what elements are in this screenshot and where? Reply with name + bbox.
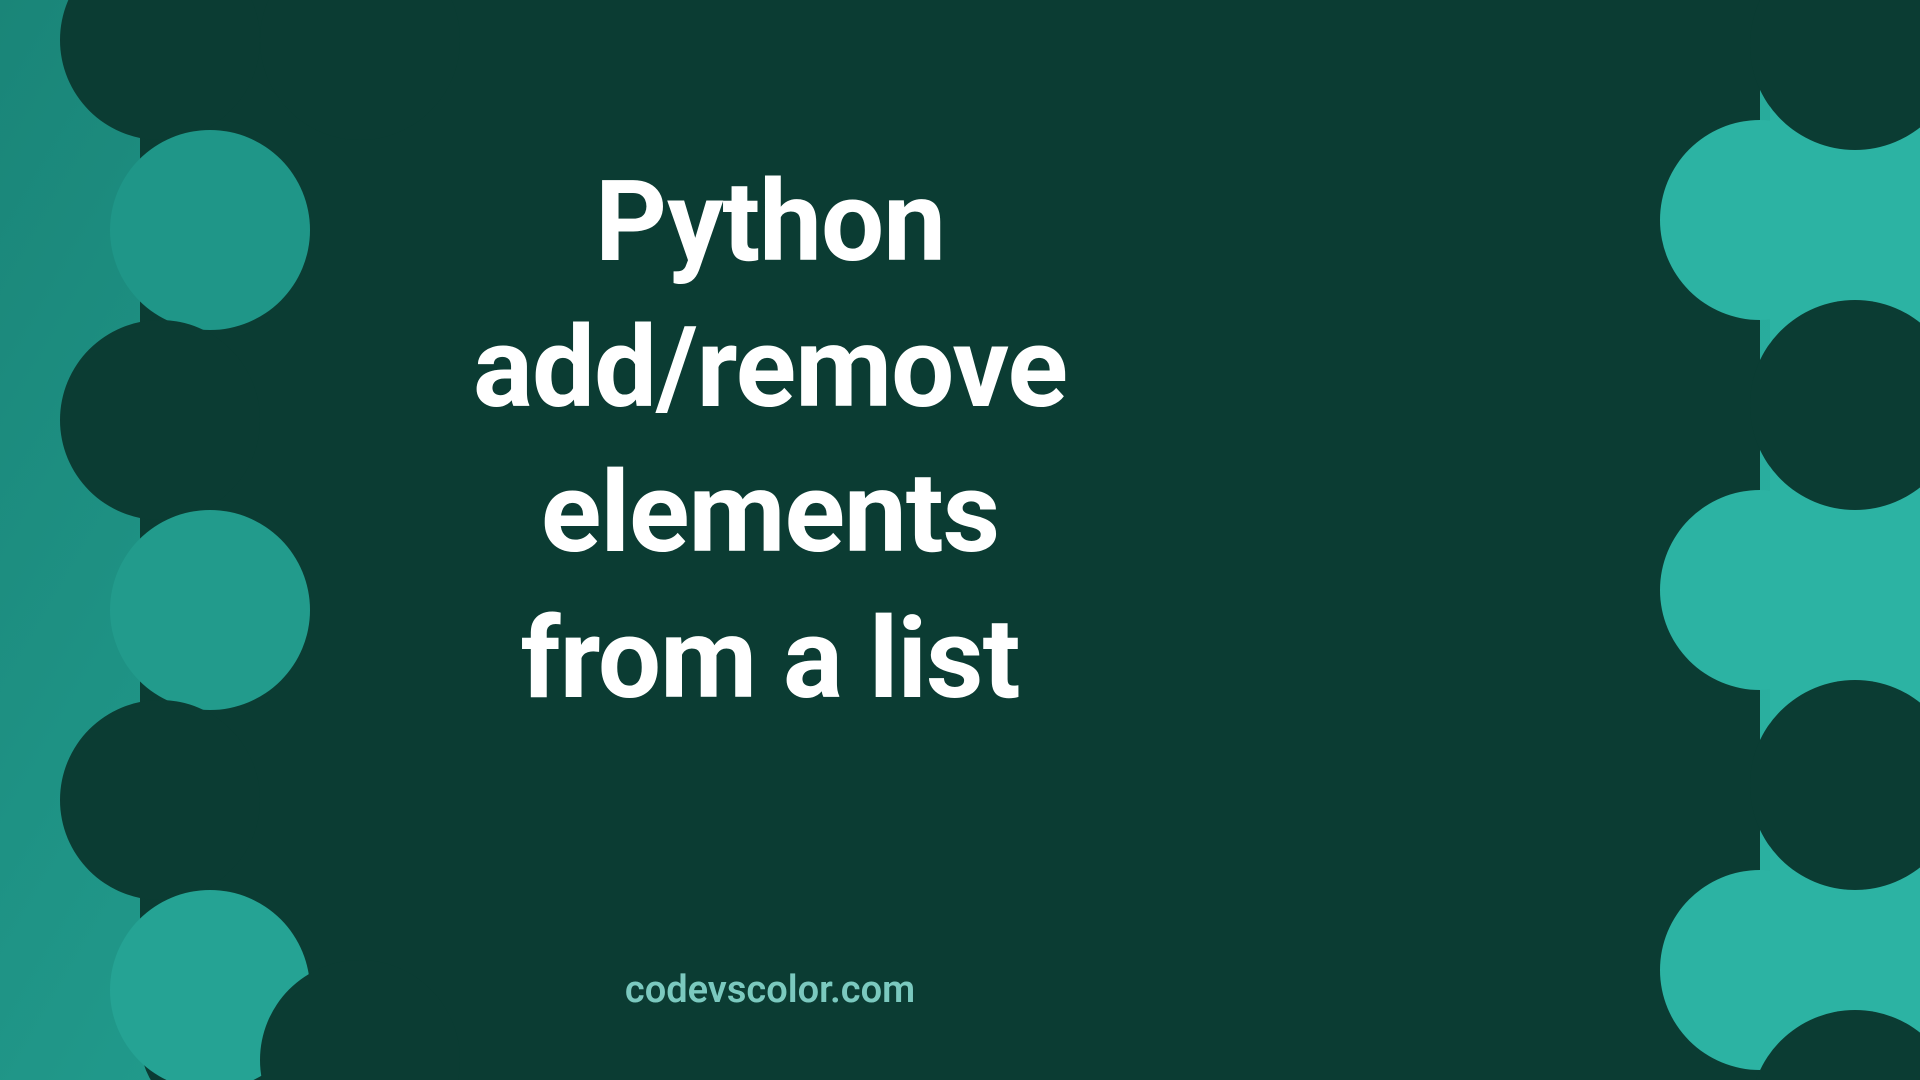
- right-teal-band: [1770, 0, 1920, 1080]
- banner-canvas: Pythonadd/removeelementsfrom a list code…: [0, 0, 1920, 1080]
- attribution-text: codevscolor.com: [0, 968, 1540, 1012]
- banner-title: Pythonadd/removeelementsfrom a list: [0, 150, 1540, 732]
